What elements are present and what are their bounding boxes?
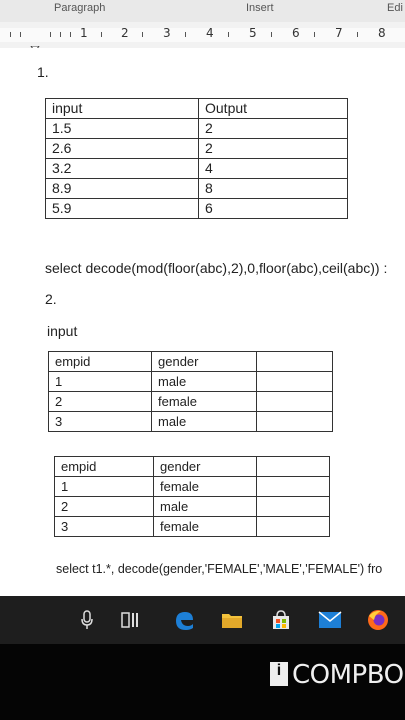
brand-logo-icon: i <box>270 662 288 686</box>
table-row: 2.6 2 <box>45 138 348 159</box>
document-page[interactable]: 1. input Output 1.5 2 2.6 2 3.2 4 8.9 8 <box>0 48 405 596</box>
ruler-tick <box>20 32 21 37</box>
ruler-tick <box>185 32 186 37</box>
ruler-number: 7 <box>335 26 343 40</box>
table-header-output: Output <box>198 98 348 119</box>
table-row: 1.5 2 <box>45 118 348 139</box>
table-header-empid: empid <box>54 456 154 477</box>
question-2-number: 2. <box>45 291 57 307</box>
ribbon-group-edit[interactable]: Edi <box>387 2 403 14</box>
ruler-tick <box>142 32 143 37</box>
ruler-tick <box>271 32 272 37</box>
table-row: 2 female <box>48 391 333 412</box>
table-cell: 2 <box>48 391 152 412</box>
table-cell: male <box>151 371 257 392</box>
table-cell <box>256 391 333 412</box>
taskbar <box>0 596 405 644</box>
ruler-tick <box>357 32 358 37</box>
ribbon-bar: Paragraph Insert Edi <box>0 0 405 22</box>
mail-icon[interactable] <box>316 606 344 634</box>
q2-input-label: input <box>47 323 78 339</box>
ruler-number: 4 <box>206 26 214 40</box>
table-cell: 1.5 <box>45 118 199 139</box>
ruler-number: 2 <box>121 26 129 40</box>
table-cell: 2 <box>198 118 348 139</box>
q1-query-text: select decode(mod(floor(abc),2),0,floor(… <box>45 260 388 276</box>
table-header-empty <box>256 456 330 477</box>
table-header-row: empid gender <box>54 456 330 477</box>
ruler-tick <box>314 32 315 37</box>
table-cell: 8 <box>198 178 348 199</box>
table-cell: 2 <box>54 496 154 517</box>
ruler-tick <box>228 32 229 37</box>
table-row: 5.9 6 <box>45 198 348 219</box>
table-cell: male <box>153 496 257 517</box>
table-row: 3 male <box>48 411 333 432</box>
ruler-tick <box>10 32 11 37</box>
table-cell: 3 <box>48 411 152 432</box>
file-explorer-icon[interactable] <box>218 606 246 634</box>
table-cell: 1 <box>48 371 152 392</box>
table-header-gender: gender <box>153 456 257 477</box>
table-cell: 5.9 <box>45 198 199 219</box>
table-cell: 2.6 <box>45 138 199 159</box>
ruler-number: 3 <box>163 26 171 40</box>
store-icon[interactable] <box>267 606 295 634</box>
table-header-row: empid gender <box>48 351 333 372</box>
table-cell: male <box>151 411 257 432</box>
table-cell: female <box>151 391 257 412</box>
ruler-number: 6 <box>292 26 300 40</box>
q2-table-output: empid gender 1 female 2 male 3 female <box>54 456 330 537</box>
ruler[interactable]: 1 2 3 4 5 6 7 8 <box>0 22 405 67</box>
table-row: 1 male <box>48 371 333 392</box>
ruler-number: 1 <box>80 26 88 40</box>
ruler-tick <box>60 32 61 37</box>
table-cell: 3.2 <box>45 158 199 179</box>
q1-table: input Output 1.5 2 2.6 2 3.2 4 8.9 8 5.9… <box>45 98 348 219</box>
table-cell: female <box>153 476 257 497</box>
table-header-row: input Output <box>45 98 348 119</box>
table-header-input: input <box>45 98 199 119</box>
table-cell <box>256 496 330 517</box>
table-cell: 1 <box>54 476 154 497</box>
ruler-number: 5 <box>249 26 257 40</box>
firefox-icon[interactable] <box>364 606 392 634</box>
table-row: 1 female <box>54 476 330 497</box>
table-cell: 2 <box>198 138 348 159</box>
ruler-number: 8 <box>378 26 386 40</box>
table-row: 2 male <box>54 496 330 517</box>
ruler-tick <box>70 32 71 37</box>
task-view-icon[interactable] <box>117 606 145 634</box>
q2-query-text: select t1.*, decode(gender,'FEMALE','MAL… <box>56 562 383 576</box>
table-cell <box>256 516 330 537</box>
screenshot-frame: Paragraph Insert Edi 1 2 3 4 5 6 7 8 1. <box>0 0 405 720</box>
ruler-tick <box>50 32 51 37</box>
table-row: 3.2 4 <box>45 158 348 179</box>
table-header-empty <box>256 351 333 372</box>
table-cell: 3 <box>54 516 154 537</box>
table-row: 8.9 8 <box>45 178 348 199</box>
table-header-gender: gender <box>151 351 257 372</box>
table-cell: female <box>153 516 257 537</box>
question-1-number: 1. <box>37 64 49 80</box>
table-cell: 8.9 <box>45 178 199 199</box>
ruler-tick <box>101 32 102 37</box>
table-header-empid: empid <box>48 351 152 372</box>
table-row: 3 female <box>54 516 330 537</box>
table-cell: 6 <box>198 198 348 219</box>
ribbon-group-paragraph[interactable]: Paragraph <box>54 2 105 14</box>
table-cell: 4 <box>198 158 348 179</box>
edge-icon[interactable] <box>170 606 198 634</box>
microphone-icon[interactable] <box>73 606 101 634</box>
table-cell <box>256 371 333 392</box>
ribbon-group-insert[interactable]: Insert <box>246 2 274 14</box>
q2-table-input: empid gender 1 male 2 female 3 male <box>48 351 333 432</box>
table-cell <box>256 476 330 497</box>
table-cell <box>256 411 333 432</box>
watermark-brand: COMPBOO <box>292 660 405 690</box>
